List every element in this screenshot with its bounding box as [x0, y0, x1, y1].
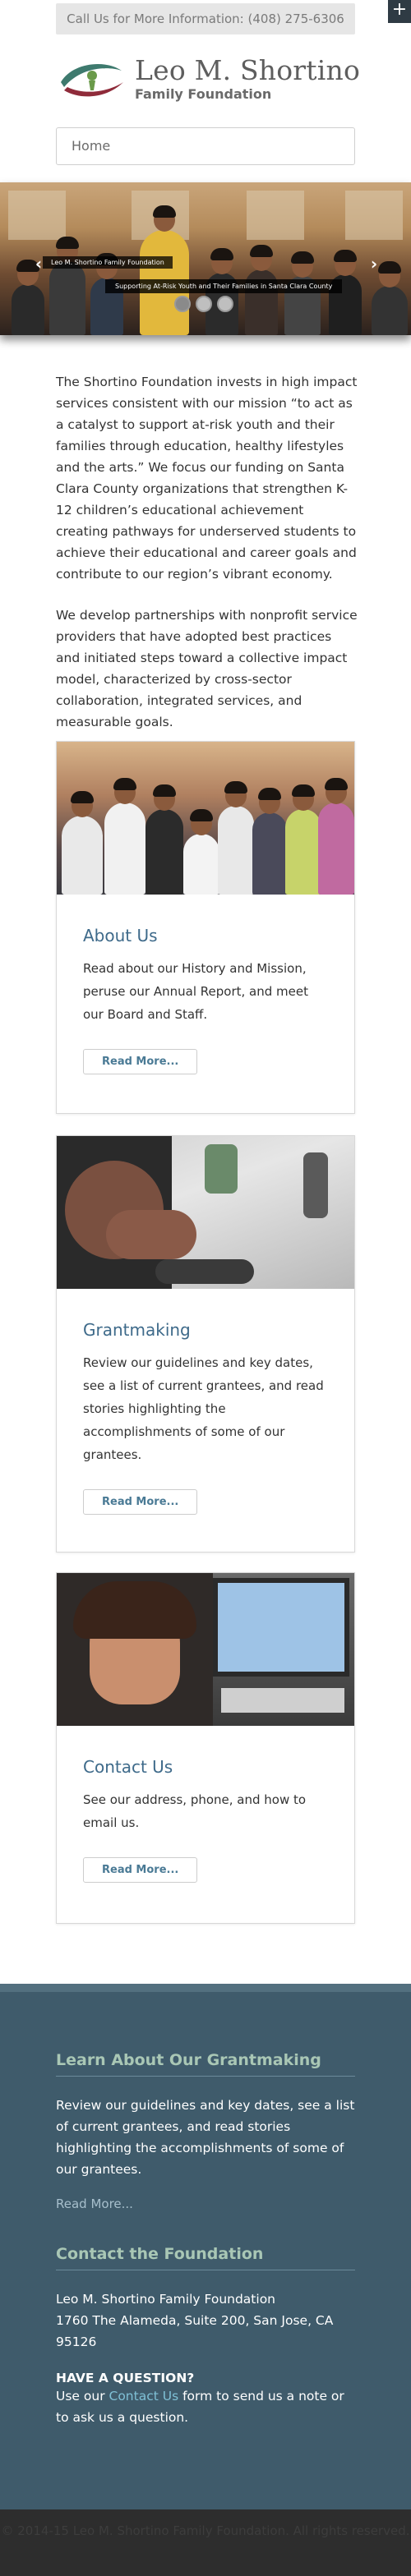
- logo-subtitle: Family Foundation: [135, 86, 272, 102]
- about-us-read-more-button[interactable]: Read More...: [83, 1049, 198, 1074]
- slider-dot-2[interactable]: [196, 296, 212, 312]
- logo-mark-icon: [61, 63, 123, 97]
- card-text-contact-us: See our address, phone, and how to email…: [83, 1792, 307, 1830]
- card-text-grantmaking: Review our guidelines and key dates, see…: [83, 1355, 324, 1462]
- site-logo[interactable]: Leo M. Shortino Family Foundation: [56, 49, 360, 107]
- slide-caption-tagline: Supporting At-Risk Youth and Their Famil…: [105, 279, 343, 293]
- card-title-grantmaking[interactable]: Grantmaking: [83, 1320, 328, 1340]
- contact-us-read-more-button[interactable]: Read More...: [83, 1857, 198, 1883]
- slider-prev-arrow-icon[interactable]: ‹: [26, 251, 51, 276]
- footer-contact: Contact the Foundation Leo M. Shortino F…: [56, 2245, 355, 2428]
- grantmaking-image: [57, 1136, 354, 1289]
- nav-menu-select[interactable]: Home: [56, 127, 355, 165]
- footer-grantmaking-read-more-link[interactable]: Read More...: [56, 2196, 355, 2211]
- intro-paragraph-mission: The Shortino Foundation invests in high …: [56, 375, 358, 582]
- expand-icon[interactable]: +: [388, 0, 411, 23]
- footer-contact-title: Contact the Foundation: [56, 2245, 355, 2270]
- footer-question-text: Use our Contact Us form to send us a not…: [56, 2385, 355, 2428]
- logo-name: Leo M. Shortino: [135, 54, 361, 86]
- card-title-about-us[interactable]: About Us: [83, 926, 328, 945]
- slider-dot-3[interactable]: [217, 296, 233, 312]
- slider-next-arrow-icon[interactable]: ›: [362, 251, 386, 276]
- slide-caption-org: Leo M. Shortino Family Foundation: [43, 256, 173, 269]
- footer-question-pre: Use our: [56, 2389, 109, 2404]
- footer-question-heading: HAVE A QUESTION?: [56, 2371, 195, 2385]
- grantmaking-read-more-button[interactable]: Read More...: [83, 1489, 198, 1515]
- footer-grantmaking-text: Review our guidelines and key dates, see…: [56, 2098, 355, 2177]
- about-us-image: [57, 742, 354, 895]
- footer: Learn About Our Grantmaking Review our g…: [0, 1984, 411, 2509]
- copyright: © 2014-15 Leo M. Shortino Family Foundat…: [0, 2509, 411, 2576]
- card-about-us: About Us Read about our History and Miss…: [56, 741, 355, 1114]
- intro-section: The Shortino Foundation invests in high …: [56, 371, 358, 752]
- hero-slider[interactable]: Leo M. Shortino Family Foundation Suppor…: [0, 182, 411, 335]
- intro-paragraph-partnerships: We develop partnerships with nonprofit s…: [56, 608, 358, 729]
- card-grantmaking: Grantmaking Review our guidelines and ke…: [56, 1135, 355, 1552]
- card-text-about-us: Read about our History and Mission, peru…: [83, 961, 308, 1022]
- slider-pagination: [174, 296, 233, 312]
- contact-us-image: [57, 1573, 354, 1726]
- footer-org-name: Leo M. Shortino Family Foundation: [56, 2292, 275, 2307]
- card-contact-us: Contact Us See our address, phone, and h…: [56, 1572, 355, 1924]
- contact-phone-bar[interactable]: Call Us for More Information: (408) 275-…: [56, 3, 355, 34]
- footer-contact-us-link[interactable]: Contact Us: [109, 2389, 179, 2404]
- slider-dot-1[interactable]: [174, 296, 191, 312]
- card-title-contact-us[interactable]: Contact Us: [83, 1757, 328, 1777]
- footer-grantmaking: Learn About Our Grantmaking Review our g…: [56, 2051, 355, 2211]
- footer-address: 1760 The Alameda, Suite 200, San Jose, C…: [56, 2313, 334, 2349]
- footer-grantmaking-title: Learn About Our Grantmaking: [56, 2051, 355, 2077]
